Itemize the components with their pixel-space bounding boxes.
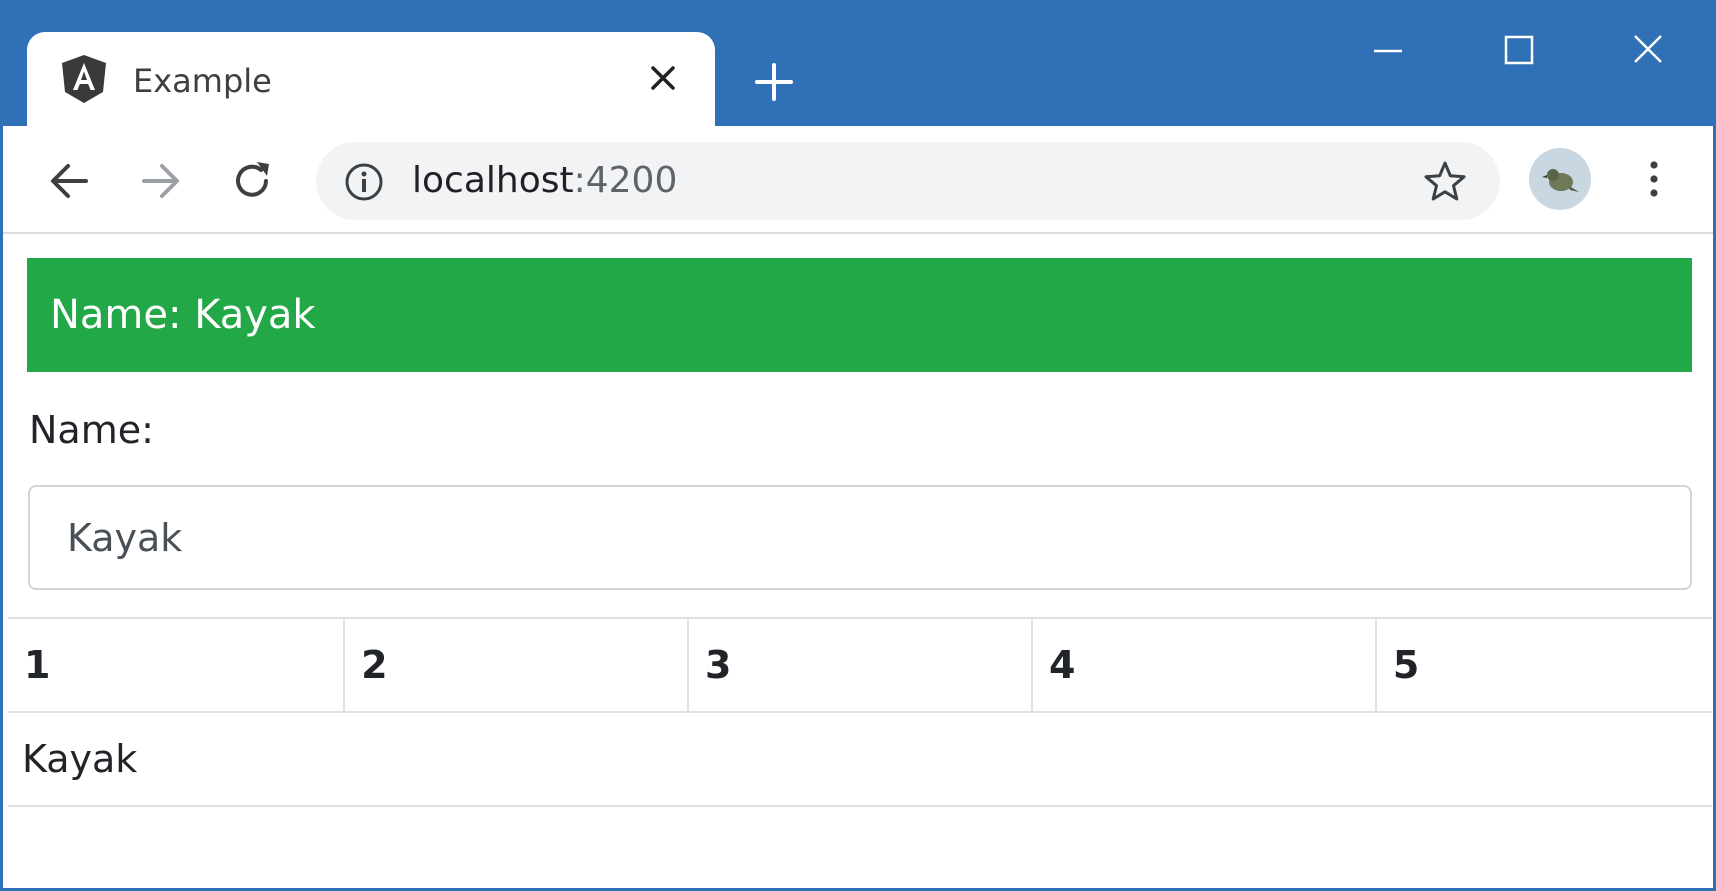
name-banner: Name: Kayak [27, 258, 1692, 372]
bookmark-star-icon[interactable] [1424, 160, 1466, 202]
column-header-5: 5 [1374, 617, 1712, 712]
name-label: Name: [29, 408, 154, 452]
browser-toolbar: localhost:4200 [3, 126, 1713, 234]
column-header-3: 3 [687, 617, 1032, 712]
url-host: localhost [412, 160, 574, 201]
column-header-2: 2 [343, 617, 689, 712]
more-vert-icon[interactable] [1639, 156, 1669, 202]
browser-tab[interactable]: Example [27, 32, 715, 130]
new-tab-icon[interactable] [753, 61, 795, 103]
close-window-icon[interactable] [1628, 31, 1668, 71]
profile-avatar[interactable] [1529, 148, 1591, 210]
name-input[interactable] [28, 485, 1692, 590]
page-content: Name: Kayak Name: 1 2 3 4 5 Kayak [3, 236, 1713, 888]
browser-window: Example localhost:4200 Name: Kayak Name:… [0, 0, 1716, 891]
url-port: :4200 [573, 160, 678, 201]
product-table: 1 2 3 4 5 Kayak [8, 617, 1712, 807]
column-header-1: 1 [8, 617, 345, 712]
info-icon[interactable] [344, 162, 384, 202]
forward-arrow-icon[interactable] [138, 158, 184, 204]
minimize-icon[interactable] [1368, 31, 1408, 71]
table-cell: Kayak [8, 711, 1712, 807]
address-bar[interactable]: localhost:4200 [316, 142, 1500, 220]
table-row: Kayak [8, 711, 1712, 807]
column-header-4: 4 [1030, 617, 1376, 712]
tab-title: Example [133, 62, 272, 100]
profile-bird-icon [1542, 169, 1579, 192]
close-tab-icon[interactable] [649, 64, 677, 92]
title-bar: Example [3, 3, 1713, 130]
reload-icon[interactable] [229, 158, 275, 204]
maximize-icon[interactable] [1498, 31, 1538, 71]
back-arrow-icon[interactable] [46, 158, 92, 204]
url-text[interactable]: localhost:4200 [412, 160, 677, 201]
table-header-row: 1 2 3 4 5 [8, 617, 1712, 712]
angular-icon [62, 55, 106, 103]
